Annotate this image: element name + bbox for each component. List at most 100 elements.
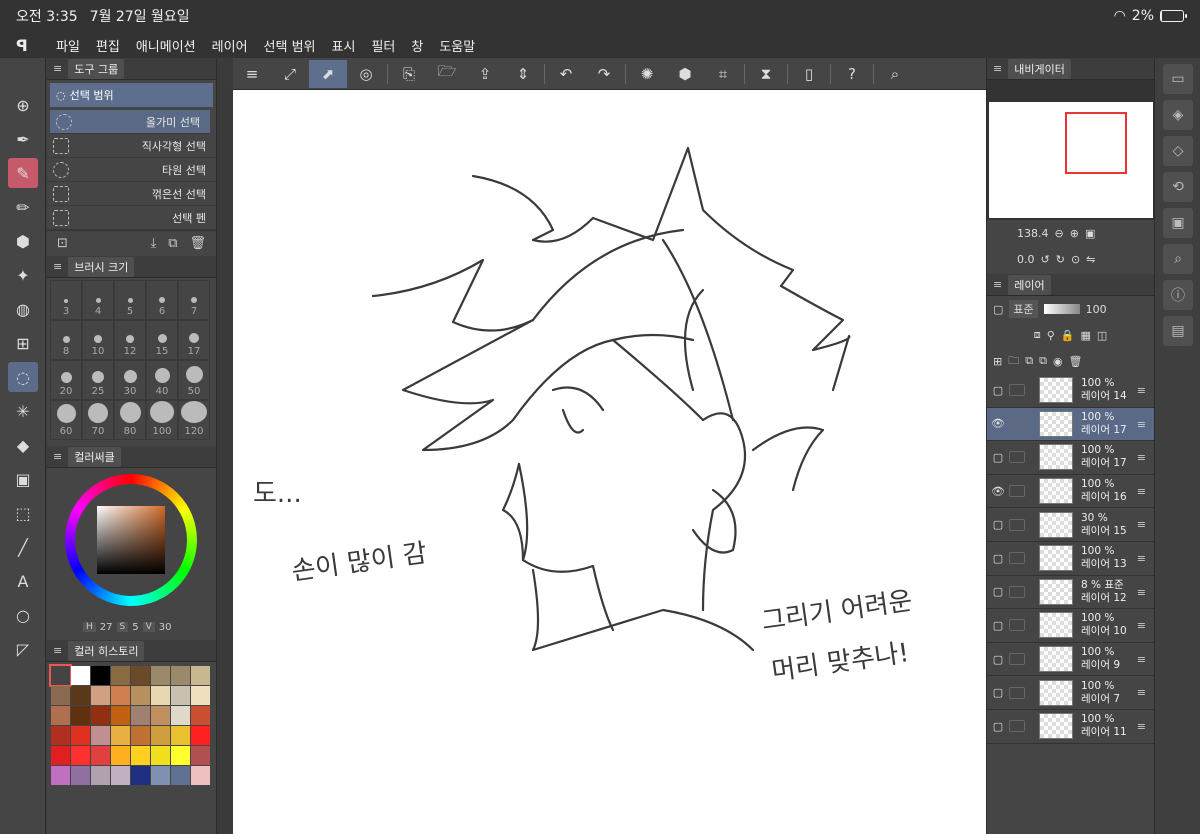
opacity-slider[interactable] xyxy=(1043,304,1080,314)
menu-item-2[interactable]: 애니메이션 xyxy=(136,36,196,55)
menu-icon[interactable]: ≡ xyxy=(233,60,271,88)
layer-lock-toggle[interactable] xyxy=(1009,451,1025,464)
layer-lock-toggle[interactable] xyxy=(1009,653,1025,666)
settings-icon[interactable]: ⊡ xyxy=(57,236,68,251)
rotate-right-icon[interactable]: ↻ xyxy=(1056,253,1065,266)
panel-menu-icon[interactable]: ≡ xyxy=(53,644,62,657)
eye-icon[interactable]: 👁 xyxy=(987,485,1009,498)
search-panel-icon[interactable]: ⌕ xyxy=(1163,244,1193,274)
visibility-toggle[interactable]: ▢ xyxy=(987,384,1009,397)
text-icon[interactable]: A xyxy=(8,566,38,596)
navigator-panel-icon[interactable]: ▭ xyxy=(1163,64,1193,94)
layer-row[interactable]: ▢ 100 % 레이어 10 ≡ xyxy=(987,609,1154,643)
color-wheel[interactable] xyxy=(47,468,216,618)
color-swatch[interactable] xyxy=(131,766,150,785)
saturation-value-square[interactable] xyxy=(97,506,165,574)
tab-color-history[interactable]: 컬러 히스토리 xyxy=(68,640,145,661)
visibility-toggle[interactable]: ▢ xyxy=(987,552,1009,565)
color-swatch[interactable] xyxy=(131,686,150,705)
brush-size-cell[interactable]: 5 xyxy=(114,280,146,320)
layer-row[interactable]: ▢ 100 % 레이어 13 ≡ xyxy=(987,542,1154,576)
app-logo-icon[interactable]: ꟼ xyxy=(16,36,42,55)
brush-size-cell[interactable]: 6 xyxy=(146,280,178,320)
zoom-in-icon[interactable]: ⊕ xyxy=(1070,227,1079,240)
color-swatch[interactable] xyxy=(111,726,130,745)
tab-color-wheel[interactable]: 컬러써클 xyxy=(68,446,121,467)
tab-layer[interactable]: 레이어 xyxy=(1008,274,1051,295)
color-swatch[interactable] xyxy=(111,746,130,765)
layer-lock-toggle[interactable] xyxy=(1009,384,1025,397)
tab-tool-group[interactable]: 도구 그룹 xyxy=(68,58,125,79)
brush-size-cell[interactable]: 15 xyxy=(146,320,178,360)
color-swatch[interactable] xyxy=(51,766,70,785)
timeline-panel-icon[interactable]: ▤ xyxy=(1163,316,1193,346)
layer-lock-toggle[interactable] xyxy=(1009,619,1025,632)
visibility-toggle[interactable]: ▢ xyxy=(987,720,1009,733)
gradient-icon[interactable]: ▣ xyxy=(8,464,38,494)
layer-opacity-value[interactable]: 100 xyxy=(1086,303,1107,316)
eye-icon[interactable]: 👁 xyxy=(987,417,1009,430)
layer-lock-toggle[interactable] xyxy=(1009,485,1025,498)
layer-color-icon[interactable]: ▢ xyxy=(993,303,1003,316)
color-swatch[interactable] xyxy=(191,686,210,705)
color-swatch[interactable] xyxy=(71,686,90,705)
eraser-icon[interactable]: ✎ xyxy=(8,158,38,188)
merge-icon[interactable]: ⧉ xyxy=(1025,354,1033,368)
color-swatch[interactable] xyxy=(71,726,90,745)
layer-row[interactable]: ▢ 100 % 레이어 17 ≡ xyxy=(987,441,1154,475)
bucket-icon[interactable]: ◆ xyxy=(8,430,38,460)
color-swatch[interactable] xyxy=(111,766,130,785)
brush-size-cell[interactable]: 60 xyxy=(50,400,82,440)
zoom-out-icon[interactable]: ⊖ xyxy=(1055,227,1064,240)
balloon-icon[interactable]: ○ xyxy=(8,600,38,630)
history-panel-icon[interactable]: ⟲ xyxy=(1163,172,1193,202)
duplicate-icon[interactable]: ⧉ xyxy=(168,236,177,251)
visibility-toggle[interactable]: ▢ xyxy=(987,518,1009,531)
brush-size-cell[interactable]: 17 xyxy=(178,320,210,360)
crop-icon[interactable]: ⌗ xyxy=(704,60,742,88)
brush-size-cell[interactable]: 30 xyxy=(114,360,146,400)
color-swatch[interactable] xyxy=(151,686,170,705)
brush-size-cell[interactable]: 3 xyxy=(50,280,82,320)
color-swatch[interactable] xyxy=(71,766,90,785)
layer-menu-icon[interactable]: ≡ xyxy=(1137,586,1146,599)
layer-menu-icon[interactable]: ≡ xyxy=(1137,686,1146,699)
tab-navigator[interactable]: 내비게이터 xyxy=(1008,58,1071,79)
color-swatch[interactable] xyxy=(91,686,110,705)
brush-size-cell[interactable]: 80 xyxy=(114,400,146,440)
pencil-icon[interactable]: ✏ xyxy=(8,192,38,222)
undo-icon[interactable]: ↶ xyxy=(547,60,585,88)
color-swatch[interactable] xyxy=(151,746,170,765)
layer-row[interactable]: ▢ 100 % 레이어 14 ≡ xyxy=(987,374,1154,408)
clip-icon[interactable]: ⧈ xyxy=(1034,328,1041,342)
sparkle-icon[interactable]: ✦ xyxy=(8,260,38,290)
mask-icon[interactable]: ◫ xyxy=(1097,329,1107,342)
color-swatch[interactable] xyxy=(191,706,210,725)
info-panel-icon[interactable]: ⓘ xyxy=(1163,280,1193,310)
layer-lock-toggle[interactable] xyxy=(1009,720,1025,733)
layer-menu-icon[interactable]: ≡ xyxy=(1137,552,1146,565)
blend-icon[interactable]: ◍ xyxy=(8,294,38,324)
download-icon[interactable]: ⤓ xyxy=(150,236,156,251)
search-icon[interactable]: ⌕ xyxy=(876,60,914,88)
subtool-item-0[interactable]: 올가미 선택 xyxy=(50,110,210,134)
help-icon[interactable]: ? xyxy=(833,60,871,88)
color-swatch[interactable] xyxy=(91,746,110,765)
lock-icon[interactable]: 🔒 xyxy=(1061,329,1075,342)
brush-size-cell[interactable]: 40 xyxy=(146,360,178,400)
color-swatch[interactable] xyxy=(191,766,210,785)
color-swatch[interactable] xyxy=(131,666,150,685)
color-swatch[interactable] xyxy=(131,746,150,765)
color-swatch[interactable] xyxy=(111,666,130,685)
color-swatch[interactable] xyxy=(151,706,170,725)
brush-size-cell[interactable]: 10 xyxy=(82,320,114,360)
color-swatch[interactable] xyxy=(91,726,110,745)
color-swatch[interactable] xyxy=(111,686,130,705)
fit-icon[interactable]: ▣ xyxy=(1085,227,1095,240)
layer-row[interactable]: ▢ 8 % 표준 레이어 12 ≡ xyxy=(987,576,1154,610)
layer-row[interactable]: ▢ 30 % 레이어 15 ≡ xyxy=(987,508,1154,542)
panel-menu-icon[interactable]: ≡ xyxy=(53,450,62,463)
visibility-toggle[interactable]: ▢ xyxy=(987,451,1009,464)
layer-lock-toggle[interactable] xyxy=(1009,686,1025,699)
layer-lock-toggle[interactable] xyxy=(1009,552,1025,565)
